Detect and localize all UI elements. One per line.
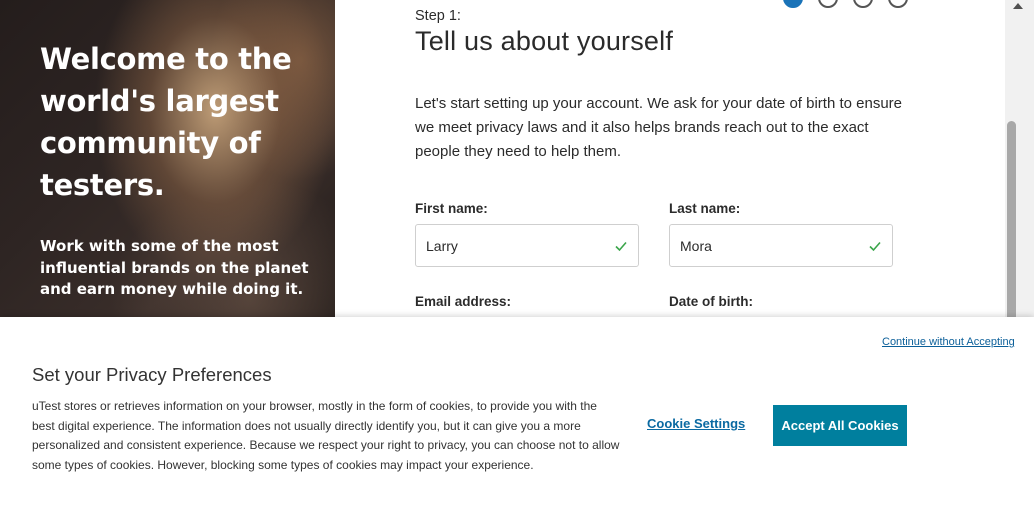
check-icon [615, 241, 627, 251]
accept-all-cookies-button[interactable]: Accept All Cookies [773, 405, 907, 446]
scroll-thumb[interactable] [1007, 121, 1016, 321]
step-indicator [783, 0, 908, 8]
form-title: Tell us about yourself [415, 26, 674, 56]
registration-form: Step 1: Tell us about yourself Let's sta… [335, 0, 1005, 320]
dob-label: Date of birth: [669, 294, 753, 309]
last-name-label: Last name: [669, 201, 741, 216]
step-1-dot[interactable] [783, 0, 803, 8]
hero-subtitle: Work with some of the most influential b… [40, 237, 309, 298]
step-label: Step 1: [415, 8, 461, 24]
step-4-dot[interactable] [888, 0, 908, 8]
scroll-up-arrow-icon[interactable] [1013, 3, 1023, 9]
last-name-field[interactable]: Mora [669, 224, 893, 267]
email-label: Email address: [415, 294, 512, 309]
form-intro: Let's start setting up your account. We … [415, 95, 903, 160]
cookie-description: uTest stores or retrieves information on… [32, 399, 620, 473]
check-icon [869, 241, 881, 251]
first-name-label: First name: [415, 201, 488, 216]
continue-without-accepting-link[interactable]: Continue without Accepting [882, 336, 1015, 348]
hero-title: Welcome to the world's largest community… [40, 42, 292, 202]
cookie-title: Set your Privacy Preferences [32, 364, 272, 385]
cookie-settings-link[interactable]: Cookie Settings [647, 416, 745, 431]
page-scrollbar[interactable] [1005, 0, 1034, 321]
cookie-banner: Continue without Accepting Set your Priv… [0, 317, 1034, 505]
first-name-value: Larry [426, 237, 458, 254]
hero-panel: Welcome to the world's largest community… [0, 0, 335, 320]
step-2-dot[interactable] [818, 0, 838, 8]
step-3-dot[interactable] [853, 0, 873, 8]
first-name-field[interactable]: Larry [415, 224, 639, 267]
last-name-value: Mora [680, 237, 712, 254]
